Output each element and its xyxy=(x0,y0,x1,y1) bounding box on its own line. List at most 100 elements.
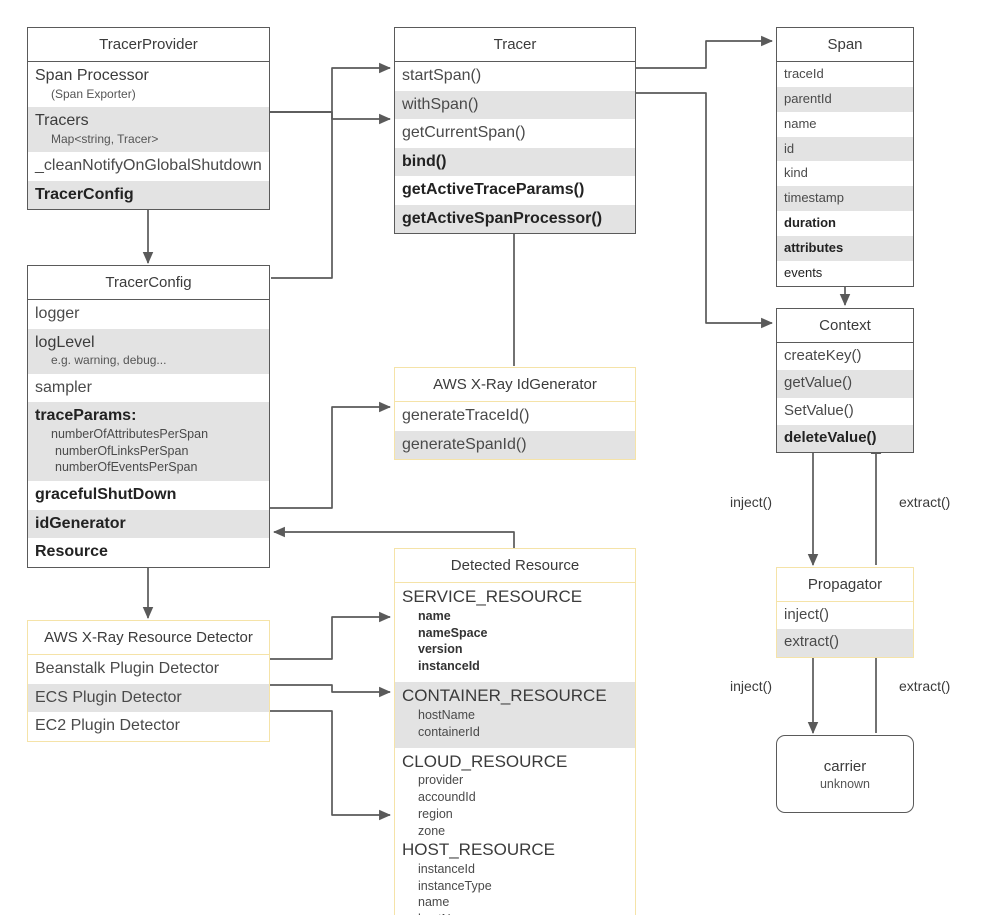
group-label: CLOUD_RESOURCE xyxy=(402,751,568,771)
row-generate-trace-id[interactable]: generateTraceId() xyxy=(395,402,635,431)
row-tracer-config[interactable]: TracerConfig xyxy=(28,180,269,210)
class-title-context: Context xyxy=(777,309,913,343)
class-box-xray-resource-detector[interactable]: AWS X-Ray Resource Detector Beanstalk Pl… xyxy=(27,620,270,742)
row-label: logLevel xyxy=(35,333,95,351)
row-create-key[interactable]: createKey() xyxy=(777,343,913,371)
carrier-subtitle: unknown xyxy=(819,776,871,791)
class-title-propagator: Propagator xyxy=(777,568,913,602)
row-duration[interactable]: duration xyxy=(777,211,913,237)
class-box-tracer-provider[interactable]: TracerProvider Span Processor (Span Expo… xyxy=(27,27,270,211)
row-label: traceParams: xyxy=(35,407,137,425)
row-trace-params[interactable]: traceParams: numberOfAttributesPerSpan n… xyxy=(28,402,269,482)
class-title-tracer-provider: TracerProvider xyxy=(28,28,269,62)
row-logger[interactable]: logger xyxy=(28,300,269,329)
row-ec2-plugin-detector[interactable]: EC2 Plugin Detector xyxy=(28,712,269,741)
edge-startspan-to-span xyxy=(636,35,773,69)
row-log-level[interactable]: logLevel e.g. warning, debug... xyxy=(28,328,269,374)
group-item: nameSpace xyxy=(418,625,488,640)
group-item: region xyxy=(418,807,453,822)
class-box-tracer[interactable]: Tracer startSpan() withSpan() getCurrent… xyxy=(394,27,636,235)
class-title-tracer-config: TracerConfig xyxy=(28,266,269,300)
class-box-context[interactable]: Context createKey() getValue() SetValue(… xyxy=(776,308,914,454)
carrier-title: carrier xyxy=(823,757,867,775)
row-set-value[interactable]: SetValue() xyxy=(777,397,913,425)
trace-param-item: numberOfLinksPerSpan xyxy=(55,443,189,458)
row-start-span[interactable]: startSpan() xyxy=(395,62,635,91)
class-title-xray-id-generator: AWS X-Ray IdGenerator xyxy=(395,368,635,402)
row-get-value[interactable]: getValue() xyxy=(777,370,913,398)
edge-beanstalk-to-service-resource xyxy=(270,611,391,660)
row-extract[interactable]: extract() xyxy=(777,629,913,657)
edge-label-extract-bottom: extract() xyxy=(899,678,951,694)
edge-ecs-to-container-resource xyxy=(270,684,391,698)
row-inject[interactable]: inject() xyxy=(777,602,913,630)
class-box-propagator[interactable]: Propagator inject() extract() xyxy=(776,567,914,658)
row-beanstalk-plugin-detector[interactable]: Beanstalk Plugin Detector xyxy=(28,655,269,684)
edge-label-inject-bottom: inject() xyxy=(730,678,773,694)
row-sublabel: (Span Exporter) xyxy=(51,86,136,101)
edge-withspan-to-context xyxy=(636,92,773,329)
row-name[interactable]: name xyxy=(777,111,913,137)
class-box-xray-id-generator[interactable]: AWS X-Ray IdGenerator generateTraceId() … xyxy=(394,367,636,461)
group-item: instanceId xyxy=(418,861,475,876)
trace-param-item: numberOfEventsPerSpan xyxy=(55,460,198,475)
row-generate-span-id[interactable]: generateSpanId() xyxy=(395,430,635,460)
row-resource[interactable]: Resource xyxy=(28,538,269,567)
group-item: zone xyxy=(418,824,446,839)
row-sampler[interactable]: sampler xyxy=(28,373,269,403)
row-kind[interactable]: kind xyxy=(777,161,913,187)
edge-detected-resource-to-resource xyxy=(273,526,515,548)
class-box-tracer-config[interactable]: TracerConfig logger logLevel e.g. warnin… xyxy=(27,265,270,568)
row-tracers[interactable]: Tracers Map<string, Tracer> xyxy=(28,107,269,153)
group-item: accoundId xyxy=(418,790,476,805)
group-cloud-resource[interactable]: CLOUD_RESOURCE provider accoundId region… xyxy=(395,747,635,840)
edge-tracerprovider-spine-down xyxy=(271,112,333,279)
row-get-active-span-processor[interactable]: getActiveSpanProcessor() xyxy=(395,204,635,234)
row-timestamp[interactable]: timestamp xyxy=(777,186,913,212)
group-host-resource[interactable]: HOST_RESOURCE instanceId instanceType na… xyxy=(395,839,635,915)
edge-tracerprovider-to-getcurrentspan xyxy=(270,111,391,125)
row-label: Span Processor xyxy=(35,67,149,84)
row-sublabel: e.g. warning, debug... xyxy=(51,353,167,368)
edge-idgenerator-to-xray-idgenerator xyxy=(270,401,391,509)
row-delete-value[interactable]: deleteValue() xyxy=(777,424,913,453)
class-title-span: Span xyxy=(777,28,913,62)
class-box-span[interactable]: Span traceId parentId name id kind times… xyxy=(776,27,914,287)
row-id-generator[interactable]: idGenerator xyxy=(28,509,269,539)
node-carrier[interactable]: carrier unknown xyxy=(776,735,914,813)
row-with-span[interactable]: withSpan() xyxy=(395,90,635,120)
group-item: instanceId xyxy=(418,659,480,674)
row-get-current-span[interactable]: getCurrentSpan() xyxy=(395,119,635,148)
row-sublabel: Map<string, Tracer> xyxy=(51,131,159,146)
group-label: SERVICE_RESOURCE xyxy=(402,587,583,606)
row-graceful-shutdown[interactable]: gracefulShutDown xyxy=(28,481,269,510)
group-item: containerId xyxy=(418,724,480,739)
group-container-resource[interactable]: CONTAINER_RESOURCE hostName containerId xyxy=(395,682,635,748)
row-clean-notify-on-global-shutdown[interactable]: _cleanNotifyOnGlobalShutdown xyxy=(28,152,269,181)
group-label: HOST_RESOURCE xyxy=(402,839,556,859)
group-item: provider xyxy=(418,773,464,788)
row-events[interactable]: events xyxy=(777,260,913,286)
row-parent-id[interactable]: parentId xyxy=(777,86,913,112)
row-ecs-plugin-detector[interactable]: ECS Plugin Detector xyxy=(28,683,269,713)
group-item: version xyxy=(418,642,463,657)
row-trace-id[interactable]: traceId xyxy=(777,62,913,87)
row-get-active-trace-params[interactable]: getActiveTraceParams() xyxy=(395,176,635,205)
class-title-tracer: Tracer xyxy=(395,28,635,62)
edge-label-extract-top: extract() xyxy=(899,494,951,510)
row-bind[interactable]: bind() xyxy=(395,147,635,177)
edge-label-inject-top: inject() xyxy=(730,494,773,510)
row-span-processor[interactable]: Span Processor (Span Exporter) xyxy=(28,62,269,108)
diagram-canvas: TracerProvider Span Processor (Span Expo… xyxy=(0,0,1000,915)
group-item: name xyxy=(418,895,450,910)
class-title-xray-resource-detector: AWS X-Ray Resource Detector xyxy=(28,621,269,655)
class-box-detected-resource[interactable]: Detected Resource SERVICE_RESOURCE name … xyxy=(394,548,636,915)
row-attributes[interactable]: attributes xyxy=(777,236,913,261)
row-label: Tracers xyxy=(35,112,89,130)
group-label: CONTAINER_RESOURCE xyxy=(402,686,607,706)
class-title-detected-resource: Detected Resource xyxy=(395,549,635,583)
group-item: hostName xyxy=(418,707,475,722)
edge-tracerprovider-to-tracer xyxy=(270,62,391,113)
group-service-resource[interactable]: SERVICE_RESOURCE name nameSpace version … xyxy=(395,583,635,683)
row-id[interactable]: id xyxy=(777,136,913,162)
